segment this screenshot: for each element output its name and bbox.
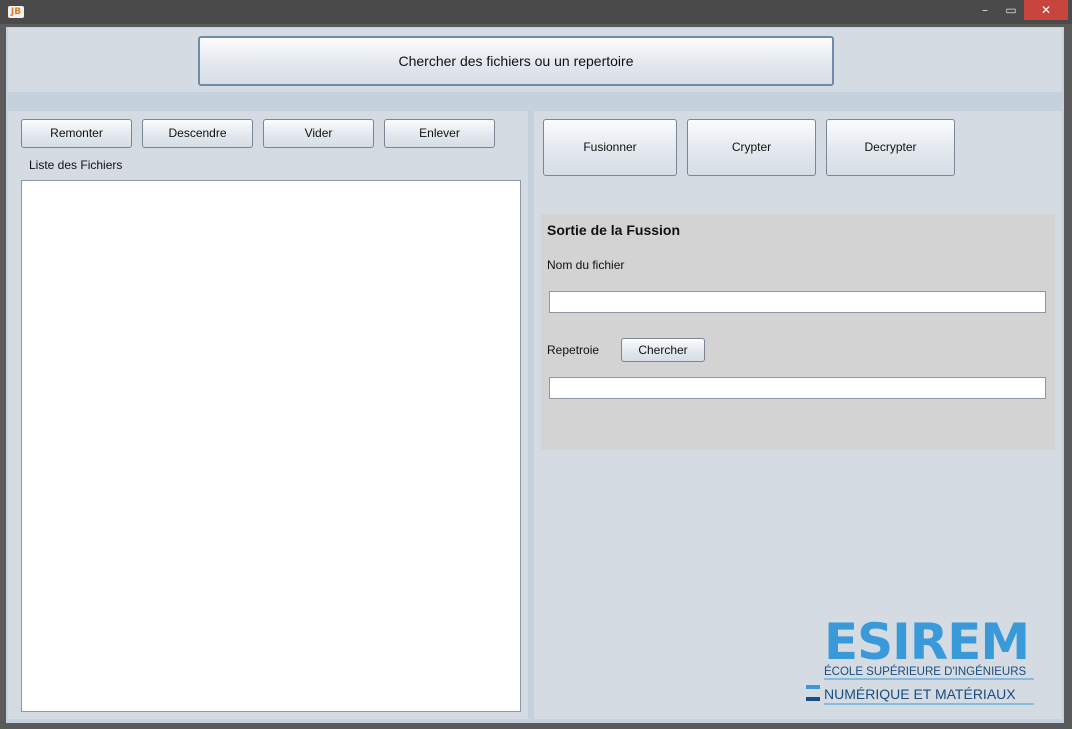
browse-files-button[interactable]: Chercher des fichiers ou un repertoire bbox=[198, 36, 834, 86]
clear-button[interactable]: Vider bbox=[263, 119, 374, 148]
browse-directory-button[interactable]: Chercher bbox=[621, 338, 705, 362]
app-icon: JB bbox=[8, 6, 24, 18]
logo-line-1: ÉCOLE SUPÉRIEURE D'INGÉNIEURS bbox=[824, 665, 1027, 678]
logo-bar-dark bbox=[806, 697, 820, 701]
file-list-label: Liste des Fichiers bbox=[29, 158, 123, 172]
title-bar: JB – ▭ ✕ bbox=[0, 0, 1072, 24]
logo-name: ESIREM bbox=[824, 613, 1029, 671]
move-up-button[interactable]: Remonter bbox=[21, 119, 132, 148]
filename-field[interactable] bbox=[549, 291, 1046, 313]
directory-label: Repetroie bbox=[547, 343, 600, 357]
move-down-button[interactable]: Descendre bbox=[142, 119, 253, 148]
merge-output-title: Sortie de la Fussion bbox=[547, 222, 681, 238]
minimize-button[interactable]: – bbox=[974, 0, 996, 20]
esirem-logo: ESIREM ÉCOLE SUPÉRIEURE D'INGÉNIEURS NUM… bbox=[806, 613, 1034, 705]
top-panel: Chercher des fichiers ou un repertoire bbox=[8, 28, 1062, 92]
decrypt-button[interactable]: Decrypter bbox=[826, 119, 955, 176]
maximize-button[interactable]: ▭ bbox=[1000, 0, 1022, 20]
actions-panel: Fusionner Crypter Decrypter Sortie de la… bbox=[534, 111, 1062, 719]
merge-output-group: Sortie de la Fussion Nom du fichier Repe… bbox=[541, 214, 1055, 450]
remove-button[interactable]: Enlever bbox=[384, 119, 495, 148]
app-window: Chercher des fichiers ou un repertoire R… bbox=[6, 27, 1064, 723]
directory-field[interactable] bbox=[549, 377, 1046, 399]
close-button[interactable]: ✕ bbox=[1024, 0, 1068, 20]
filename-label: Nom du fichier bbox=[547, 258, 625, 272]
encrypt-button[interactable]: Crypter bbox=[687, 119, 816, 176]
file-list[interactable] bbox=[21, 180, 521, 712]
file-list-panel: Remonter Descendre Vider Enlever Liste d… bbox=[8, 111, 528, 719]
merge-button[interactable]: Fusionner bbox=[543, 119, 677, 176]
logo-line-2: NUMÉRIQUE ET MATÉRIAUX bbox=[824, 686, 1016, 702]
logo-bar-light bbox=[806, 685, 820, 689]
